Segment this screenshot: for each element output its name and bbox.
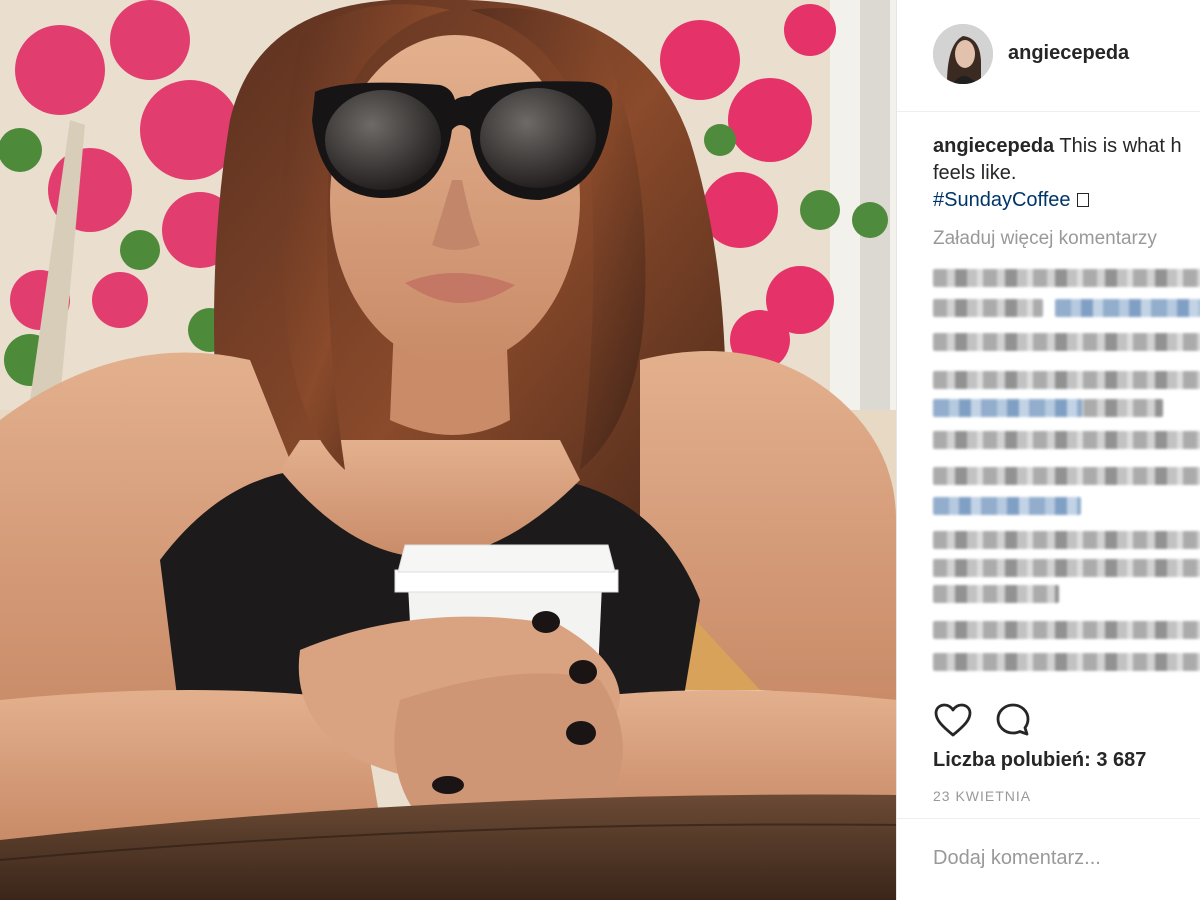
blurred-comment-line [1083,399,1163,417]
blurred-comment-line [933,559,1200,577]
blurred-comment-line [1055,299,1200,317]
like-button[interactable] [933,700,973,740]
post-date[interactable]: 23 KWIETNIA [933,788,1031,804]
blurred-comment-line [933,497,1081,515]
post-side-panel: angiecepeda angiecepeda This is what h f… [896,0,1200,900]
blurred-comment-line [933,653,1200,671]
load-more-comments-link[interactable]: Załaduj więcej komentarzy [933,228,1157,250]
comment-bar [897,818,1200,900]
caption-text: This is what h [1059,135,1182,157]
photo-illustration [0,0,896,900]
blurred-comment-line [933,269,1200,287]
caption-text-line2: feels like. [933,162,1017,184]
post-caption: angiecepeda This is what h feels like. #… [933,133,1200,214]
hashtag-link[interactable]: #SundayCoffee [933,189,1071,211]
comment-bubble-icon [996,703,1030,736]
blurred-comment-line [933,467,1200,485]
avatar-image [933,24,993,84]
blurred-comment-line [933,621,1200,639]
blurred-comment-line [933,531,1200,549]
blurred-comment-line [933,431,1200,449]
caption-username[interactable]: angiecepeda [933,135,1054,157]
blurred-comment-line [933,333,1200,351]
blurred-comment-line [933,585,1059,603]
post-actions [933,700,1033,740]
post-header: angiecepeda [897,0,1200,112]
emoji-placeholder-icon [1076,193,1089,207]
blurred-comment-line [933,371,1200,389]
blurred-comments [933,265,1200,685]
post-username[interactable]: angiecepeda [1008,42,1129,65]
likes-count[interactable]: Liczba polubień: 3 687 [933,749,1146,772]
heart-icon [934,703,972,737]
comment-button[interactable] [993,700,1033,740]
post-photo[interactable] [0,0,896,900]
avatar[interactable] [933,24,993,84]
blurred-comment-line [933,399,1083,417]
blurred-comment-line [933,299,1043,317]
comment-input[interactable] [933,843,1193,873]
